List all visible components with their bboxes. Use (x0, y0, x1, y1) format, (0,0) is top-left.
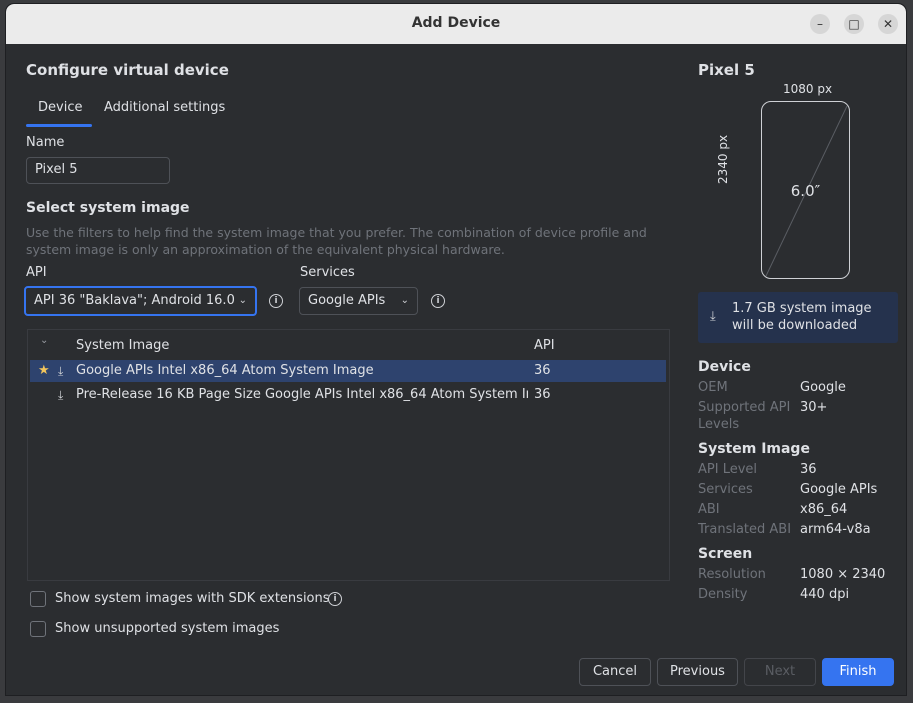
oem-label: OEM (698, 380, 728, 395)
tab-additional-settings[interactable]: Additional settings (104, 100, 225, 115)
services-detail-value: Google APIs (800, 482, 878, 497)
download-icon: ⤓ (710, 309, 716, 324)
tab-device[interactable]: Device (38, 100, 82, 115)
active-tab-indicator (26, 124, 92, 127)
table-row[interactable]: ⤓ Pre-Release 16 KB Page Size Google API… (30, 384, 666, 406)
abi-value: x86_64 (800, 502, 848, 517)
services-info-icon[interactable]: i (431, 294, 445, 308)
system-image-name: Google APIs Intel x86_64 Atom System Ima… (76, 363, 374, 378)
system-image-section-heading: System Image (698, 441, 810, 457)
minimize-button[interactable]: – (810, 14, 830, 34)
maximize-button[interactable]: □ (844, 14, 864, 34)
api-level-value: 36 (800, 462, 817, 477)
device-width-label: 1080 px (783, 82, 833, 96)
density-label: Density (698, 587, 748, 602)
title-bar: Add Device – □ ✕ (6, 4, 906, 44)
next-button[interactable]: Next (744, 658, 816, 686)
api-info-icon[interactable]: i (269, 294, 283, 308)
oem-value: Google (800, 380, 846, 395)
column-header-system-image[interactable]: System Image (76, 338, 169, 353)
chevron-down-icon: ⌄ (238, 295, 247, 306)
sdk-extensions-checkbox[interactable] (30, 591, 46, 607)
translated-abi-label: Translated ABI (698, 522, 792, 537)
system-image-api: 36 (534, 363, 551, 378)
add-device-dialog: Add Device – □ ✕ Configure virtual devic… (6, 4, 906, 695)
screen-diagonal: 6.0″ (790, 182, 821, 200)
resolution-label: Resolution (698, 567, 766, 582)
table-row[interactable]: ★ ⤓ Google APIs Intel x86_64 Atom System… (30, 360, 666, 382)
services-dropdown-value: Google APIs (308, 293, 386, 308)
system-image-api: 36 (534, 387, 551, 402)
close-button[interactable]: ✕ (878, 14, 898, 34)
screen-section-heading: Screen (698, 546, 753, 562)
column-header-api[interactable]: API (534, 338, 555, 353)
supported-api-value: 30+ (800, 400, 828, 415)
cancel-button[interactable]: Cancel (579, 658, 651, 686)
unsupported-images-label[interactable]: Show unsupported system images (55, 621, 279, 636)
translated-abi-value: arm64-v8a (800, 522, 871, 537)
window-title: Add Device (411, 15, 501, 31)
supported-api-label-cont: Levels (698, 417, 740, 432)
api-level-label: API Level (698, 462, 758, 477)
device-section-heading: Device (698, 359, 751, 375)
system-image-hint: Use the filters to help find the system … (26, 225, 647, 257)
name-label: Name (26, 135, 65, 150)
finish-button[interactable]: Finish (822, 658, 894, 686)
system-image-table[interactable]: ⌄ System Image API ★ ⤓ Google APIs Intel… (27, 329, 670, 581)
density-value: 440 dpi (800, 587, 850, 602)
star-icon: ★ (38, 363, 50, 378)
download-notice: ⤓ 1.7 GB system image will be downloaded (698, 292, 898, 343)
services-label: Services (300, 265, 355, 280)
name-field[interactable]: Pixel 5 (26, 157, 170, 184)
sdk-extensions-label[interactable]: Show system images with SDK extensions (55, 591, 330, 606)
device-height-label: 2340 px (716, 134, 730, 184)
api-label: API (26, 265, 47, 280)
resolution-value: 1080 × 2340 (800, 567, 886, 582)
chevron-down-icon: ⌄ (400, 295, 409, 306)
services-detail-label: Services (698, 482, 753, 497)
page-title: Configure virtual device (26, 61, 229, 79)
previous-button[interactable]: Previous (657, 658, 738, 686)
unsupported-images-checkbox[interactable] (30, 621, 46, 637)
api-dropdown-value: API 36 "Baklava"; Android 16.0 (34, 293, 235, 308)
supported-api-label: Supported API (698, 400, 791, 415)
device-frame-preview: 6.0″ (761, 101, 850, 279)
sdk-extensions-info-icon[interactable]: i (328, 592, 342, 606)
select-system-image-heading: Select system image (26, 200, 190, 216)
api-dropdown[interactable]: API 36 "Baklava"; Android 16.0 ⌄ (24, 286, 257, 316)
download-notice-text: 1.7 GB system image will be downloaded (732, 301, 872, 333)
collapse-chevron-icon[interactable]: ⌄ (40, 335, 48, 346)
system-image-name: Pre-Release 16 KB Page Size Google APIs … (76, 387, 528, 402)
services-dropdown[interactable]: Google APIs ⌄ (299, 287, 418, 315)
download-icon: ⤓ (58, 388, 64, 402)
abi-label: ABI (698, 502, 720, 517)
device-preview-title: Pixel 5 (698, 61, 755, 79)
download-icon: ⤓ (58, 364, 64, 378)
